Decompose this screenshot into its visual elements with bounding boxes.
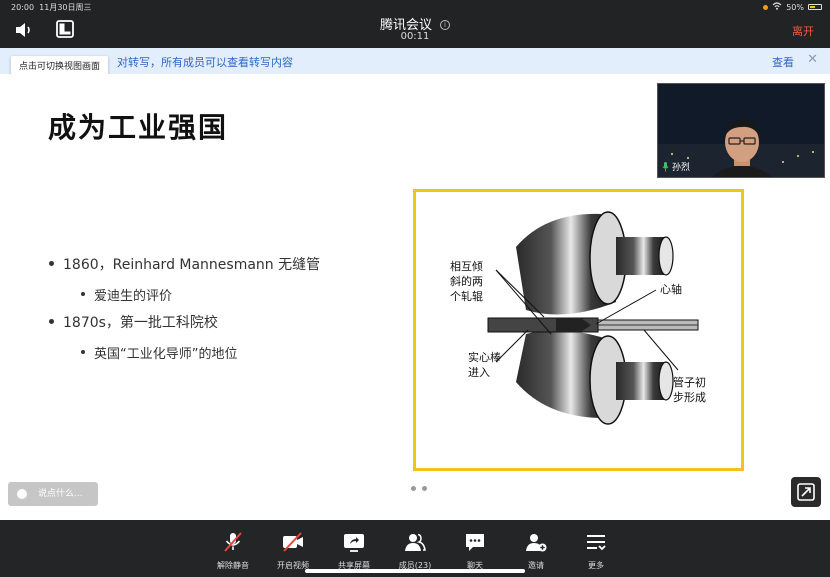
figure-label-tube: 管子初 步形成 (673, 375, 706, 405)
figure-label-solid-bar: 实心棒 进入 (468, 350, 501, 380)
notice-text: 对转写，所有成员可以查看转写内容 (117, 56, 293, 69)
chat-input[interactable]: 说点什么... (8, 482, 98, 506)
battery-percent: 50% (786, 2, 804, 12)
label-line: 斜的两 (450, 275, 483, 288)
figure-label-rollers: 相互倾 斜的两 个轧辊 (450, 259, 483, 304)
label-line: 实心棒 (468, 351, 501, 364)
participant-video[interactable]: 孙烈 (657, 83, 825, 178)
close-icon[interactable]: ✕ (807, 52, 818, 67)
slide-sub-bullet: 英国“工业化导师”的地位 (80, 343, 237, 362)
status-date: 11月30日周三 (39, 3, 92, 12)
participant-label: 孙烈 (662, 160, 690, 173)
figure-label-mandrel: 心轴 (660, 283, 682, 296)
page-dot[interactable] (411, 486, 416, 491)
label-line: 管子初 (673, 376, 706, 389)
slide-title: 成为工业强国 (48, 111, 229, 144)
transcription-notice: 对转写，所有成员可以查看转写内容 查看 ✕ (0, 48, 830, 74)
participant-name: 孙烈 (672, 163, 691, 173)
slide-sub-bullet: 爱迪生的评价 (80, 285, 172, 304)
notice-view-link[interactable]: 查看 (772, 54, 794, 70)
page-indicator[interactable] (411, 486, 427, 491)
fullscreen-button[interactable] (791, 477, 821, 507)
meeting-window: 20:00 11月30日周三 50% 腾讯会议 i 00:11 离开 对转写，所… (0, 0, 830, 577)
unmute-button[interactable]: 解除静音 (208, 520, 258, 577)
chat-icon (466, 534, 484, 551)
more-label: 更多 (588, 561, 604, 570)
mannesmann-process-figure: 相互倾 斜的两 个轧辊 心轴 实心棒 进入 管子初 步形成 (413, 189, 744, 471)
status-time: 20:00 (11, 3, 35, 12)
top-bar: 20:00 11月30日周三 50% 腾讯会议 i 00:11 离开 (0, 0, 830, 48)
status-clock: 20:00 11月30日周三 (11, 2, 92, 13)
info-icon[interactable]: i (440, 20, 450, 30)
share-screen-icon (344, 534, 364, 552)
more-button[interactable]: 更多 (571, 520, 621, 577)
more-icon (587, 535, 606, 551)
chat-placeholder: 说点什么... (38, 489, 83, 499)
emoji-icon[interactable] (17, 489, 27, 499)
label-line: 进入 (468, 366, 490, 379)
status-icons: 50% (763, 2, 822, 12)
rolling-mill-illustration (487, 211, 699, 425)
camera-off-icon (283, 532, 303, 552)
mic-active-icon (662, 161, 669, 171)
home-indicator[interactable] (305, 569, 525, 573)
members-icon (405, 533, 426, 551)
recording-dot-icon (763, 4, 769, 10)
leave-button[interactable]: 离开 (792, 23, 814, 39)
slide-bullet: 1860，Reinhard Mannesmann 无缝管 (48, 254, 320, 274)
meeting-timer: 00:11 (400, 31, 430, 42)
mic-muted-icon (224, 532, 242, 552)
label-line: 个轧辊 (450, 290, 483, 303)
label-line: 步形成 (673, 391, 706, 404)
label-line: 相互倾 (450, 260, 483, 273)
page-dot[interactable] (422, 486, 427, 491)
wifi-icon (772, 2, 782, 12)
expand-icon (797, 483, 815, 501)
unmute-label: 解除静音 (217, 561, 249, 570)
slide-bullet: 1870s，第一批工科院校 (49, 312, 218, 332)
invite-icon (526, 534, 547, 552)
battery-icon (808, 4, 822, 10)
